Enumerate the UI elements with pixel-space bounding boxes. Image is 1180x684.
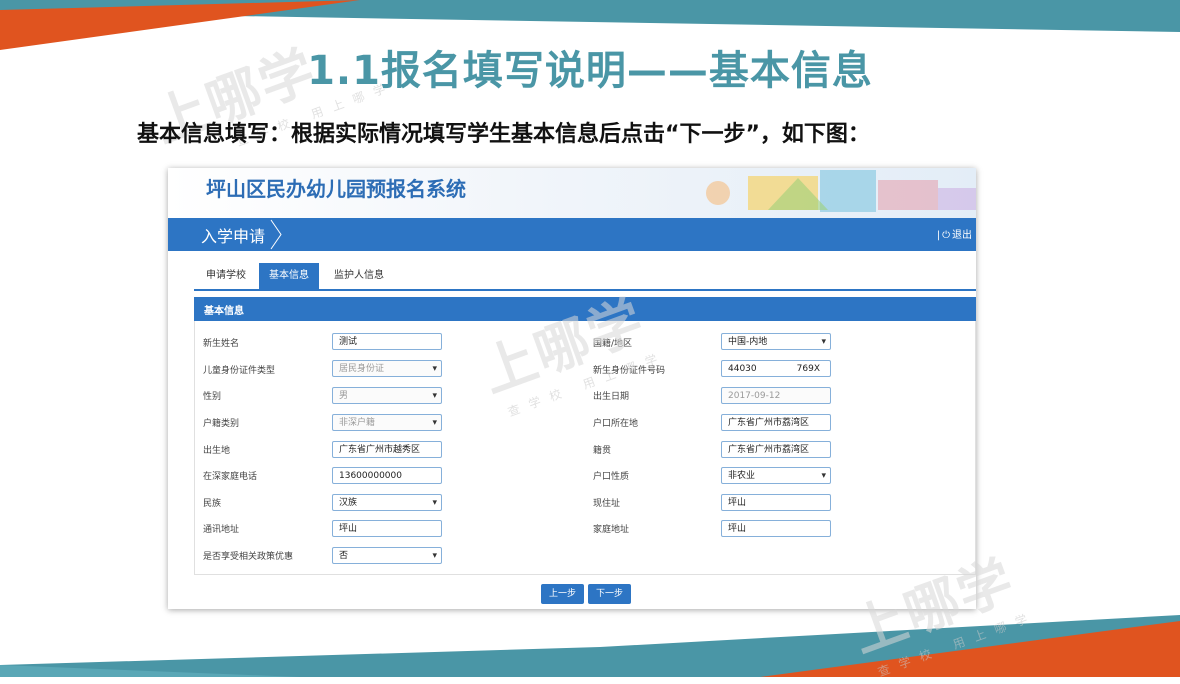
tab-guardian-info[interactable]: 监护人信息 bbox=[334, 263, 384, 289]
slide-subtitle: 基本信息填写：根据实际情况填写学生基本信息后点击“下一步”，如下图： bbox=[137, 122, 870, 147]
label-ethnicity: 民族 bbox=[203, 499, 222, 509]
label-current-address: 现住址 bbox=[593, 499, 621, 509]
separator: | bbox=[936, 230, 941, 241]
logout-label: 退出 bbox=[952, 230, 972, 241]
tab-basic-info[interactable]: 基本信息 bbox=[259, 263, 319, 289]
home-address-input[interactable]: 坪山 bbox=[721, 520, 831, 537]
label-household-location: 户口所在地 bbox=[593, 419, 639, 429]
id-type-select[interactable]: 居民身份证 bbox=[332, 360, 442, 378]
label-birthplace: 出生地 bbox=[203, 446, 231, 456]
nationality-select[interactable]: 中国-内地 bbox=[721, 333, 831, 351]
household-location-input[interactable]: 广东省广州市荔湾区 bbox=[721, 414, 831, 431]
home-phone-input[interactable]: 13600000000 bbox=[332, 467, 442, 484]
label-native-place: 籍贯 bbox=[593, 446, 612, 456]
label-policy-benefit: 是否享受相关政策优惠 bbox=[203, 552, 294, 562]
app-header: 坪山区民办幼儿园预报名系统 bbox=[168, 168, 976, 218]
label-household-nature: 户口性质 bbox=[593, 472, 630, 482]
label-home-phone: 在深家庭电话 bbox=[203, 472, 258, 482]
household-type-select[interactable]: 非深户籍 bbox=[332, 414, 442, 432]
section-title: 基本信息 bbox=[204, 306, 244, 317]
label-birth-date: 出生日期 bbox=[593, 392, 630, 402]
current-address-input[interactable]: 坪山 bbox=[721, 494, 831, 511]
label-household-type: 户籍类别 bbox=[203, 419, 240, 429]
policy-benefit-select[interactable]: 否 bbox=[332, 547, 442, 565]
student-name-input[interactable]: 测试 bbox=[332, 333, 442, 350]
id-number-input[interactable]: 44030 769X bbox=[721, 360, 831, 377]
label-gender: 性别 bbox=[203, 392, 222, 402]
tab-apply-school[interactable]: 申请学校 bbox=[206, 263, 246, 289]
app-title: 坪山区民办幼儿园预报名系统 bbox=[206, 177, 466, 201]
birth-date-input[interactable]: 2017-09-12 bbox=[721, 387, 831, 404]
label-id-type: 儿童身份证件类型 bbox=[203, 366, 276, 376]
ethnicity-select[interactable]: 汉族 bbox=[332, 494, 442, 512]
breadcrumb-chevron-icon bbox=[270, 219, 282, 250]
label-home-address: 家庭地址 bbox=[593, 525, 630, 535]
label-mailing-address: 通讯地址 bbox=[203, 525, 240, 535]
next-step-button[interactable]: 下一步 bbox=[588, 584, 631, 604]
household-nature-select[interactable]: 非农业 bbox=[721, 467, 831, 485]
gender-select[interactable]: 男 bbox=[332, 387, 442, 405]
app-navbar: 入学申请 | ⏻ 退出 bbox=[168, 218, 976, 251]
mailing-address-input[interactable]: 坪山 bbox=[332, 520, 442, 537]
nav-title: 入学申请 bbox=[201, 227, 266, 246]
native-place-input[interactable]: 广东省广州市荔湾区 bbox=[721, 441, 831, 458]
birthplace-input[interactable]: 广东省广州市越秀区 bbox=[332, 441, 442, 458]
power-icon: ⏻ bbox=[942, 230, 950, 241]
label-student-name: 新生姓名 bbox=[203, 339, 240, 349]
slide-title: 1.1报名填写说明——基本信息 bbox=[307, 48, 873, 94]
form-tabs: 申请学校 基本信息 监护人信息 bbox=[194, 263, 976, 291]
header-illustration bbox=[706, 170, 976, 212]
prev-step-button[interactable]: 上一步 bbox=[541, 584, 584, 604]
logout-button[interactable]: | ⏻ 退出 bbox=[937, 226, 972, 241]
